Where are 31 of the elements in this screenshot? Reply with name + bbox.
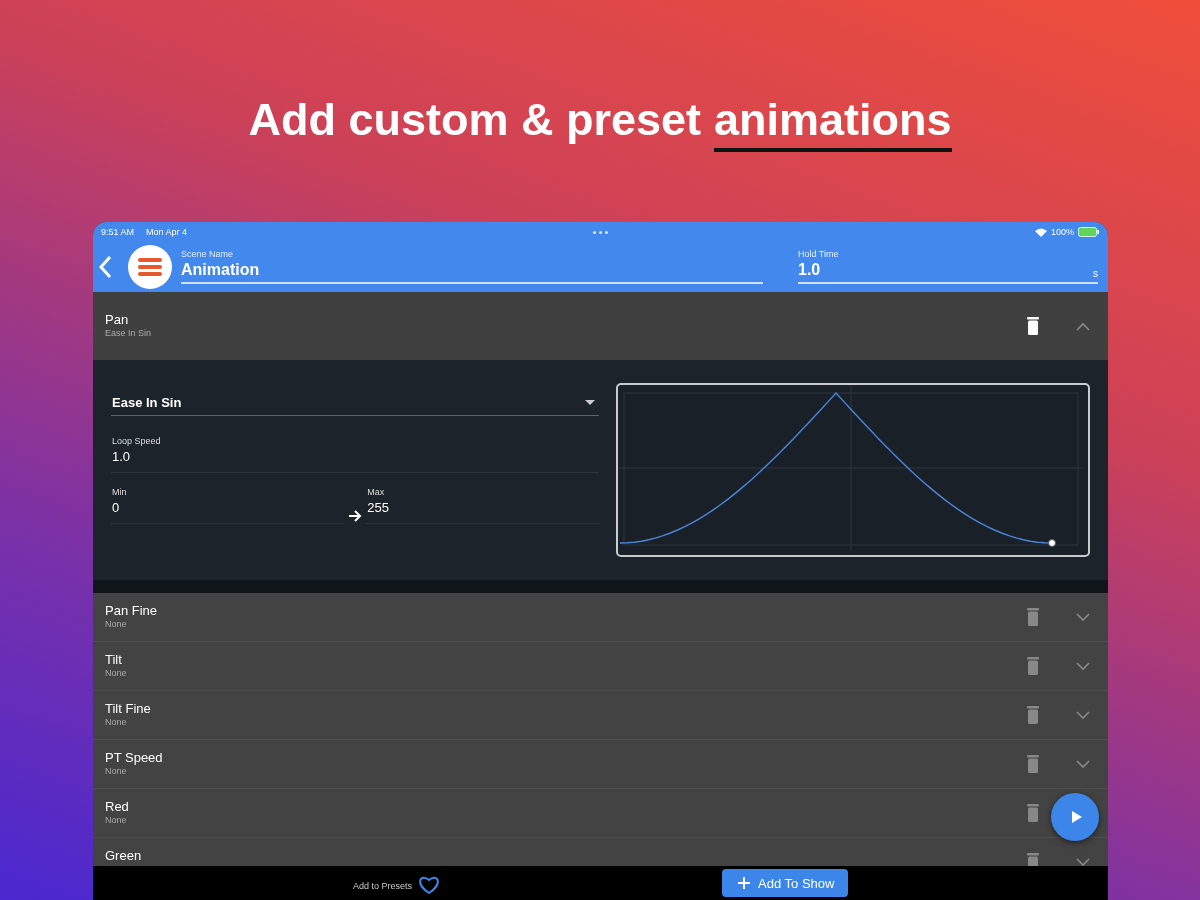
battery-icon bbox=[1078, 227, 1100, 237]
underlined-word: animations bbox=[714, 94, 952, 152]
headline-text: Add custom & preset bbox=[248, 94, 701, 146]
arrow-right-icon bbox=[348, 510, 363, 522]
scene-name-field[interactable]: Scene Name Animation bbox=[181, 249, 763, 284]
multitask-dots-icon bbox=[593, 231, 608, 234]
chevron-up-icon[interactable] bbox=[1076, 321, 1090, 331]
add-to-show-button[interactable]: Add To Show bbox=[722, 869, 849, 897]
play-icon bbox=[1071, 811, 1082, 823]
loop-speed-field[interactable]: Loop Speed 1.0 bbox=[111, 436, 600, 473]
chevron-down-icon[interactable] bbox=[1076, 661, 1090, 671]
min-field[interactable]: Min 0 bbox=[111, 487, 345, 524]
wifi-icon bbox=[1034, 227, 1047, 237]
max-field[interactable]: Max 255 bbox=[366, 487, 600, 524]
heart-icon[interactable] bbox=[418, 876, 441, 894]
add-to-presets-label[interactable]: Add to Presets bbox=[353, 881, 413, 891]
plus-icon bbox=[738, 877, 751, 889]
status-date: Mon Apr 4 bbox=[146, 227, 188, 237]
dropdown-caret-icon bbox=[585, 400, 596, 405]
status-time: 9:51 AM bbox=[101, 227, 135, 237]
chevron-down-icon[interactable] bbox=[1076, 759, 1090, 769]
curve-dropdown[interactable]: Ease In Sin bbox=[111, 383, 600, 416]
hold-time-field[interactable]: Hold Time 1.0 s bbox=[798, 249, 1098, 284]
battery-percent: 100% bbox=[1050, 227, 1074, 237]
chevron-down-icon[interactable] bbox=[1076, 612, 1090, 622]
back-icon[interactable] bbox=[98, 255, 112, 279]
chevron-down-icon[interactable] bbox=[1076, 710, 1090, 720]
chevron-down-icon[interactable] bbox=[1076, 857, 1090, 866]
menu-button[interactable] bbox=[128, 245, 172, 289]
trash-icon[interactable] bbox=[1026, 317, 1040, 335]
menu-icon bbox=[138, 257, 162, 277]
